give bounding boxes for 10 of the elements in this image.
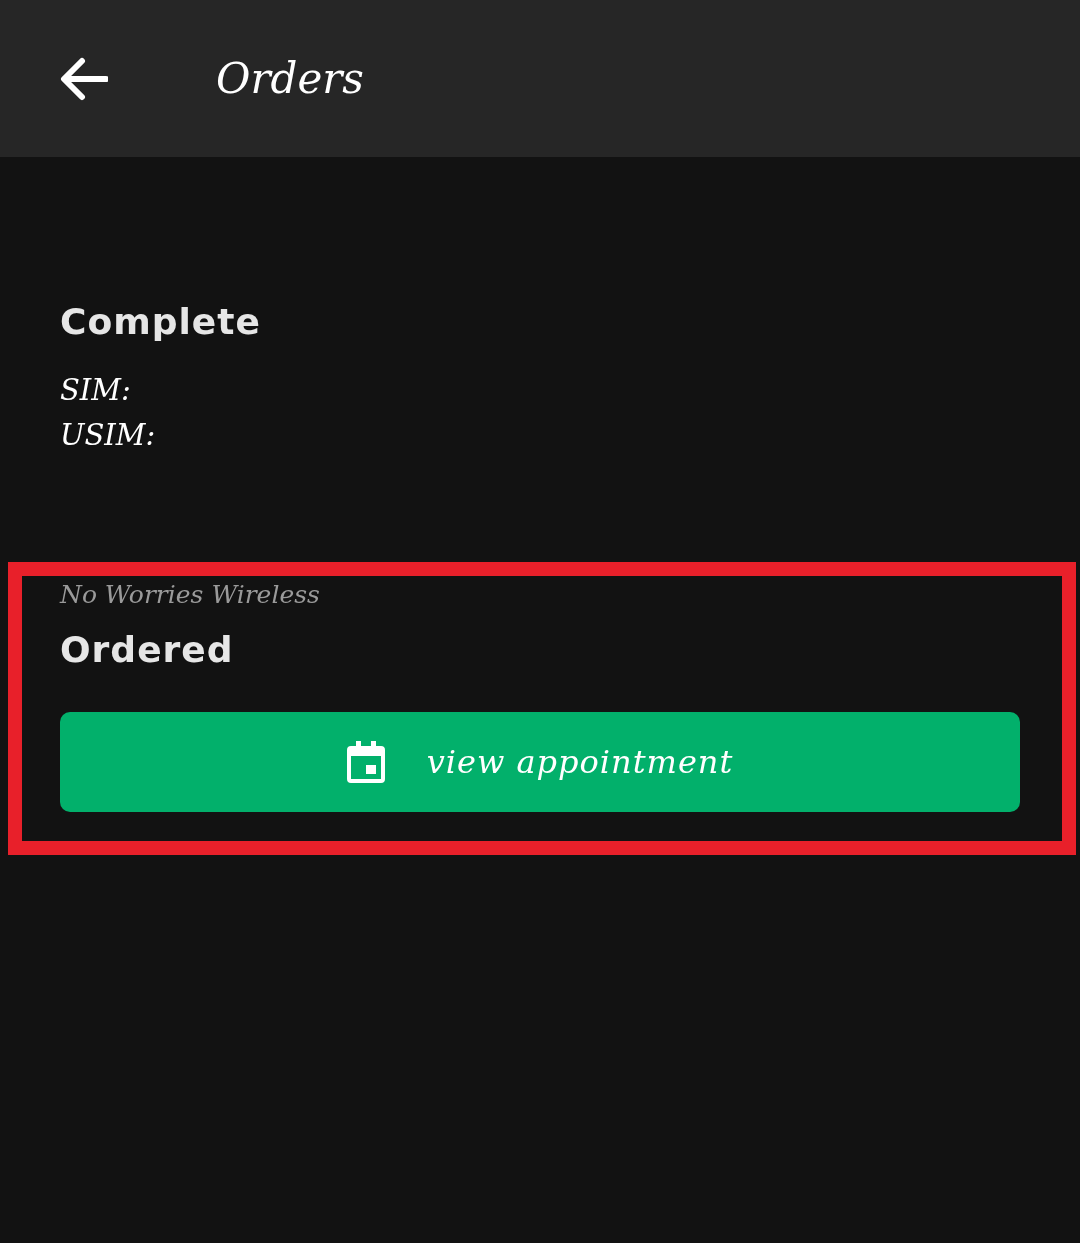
calendar-icon (346, 741, 385, 783)
back-button[interactable] (60, 56, 108, 101)
item-label: SIM: (60, 372, 132, 409)
order-status: Ordered (60, 629, 235, 670)
view-appointment-button[interactable]: view appointment (60, 712, 1020, 812)
back-arrow-icon (60, 56, 108, 101)
provider-name: No Worries Wireless (60, 580, 321, 609)
order-status: Complete (60, 301, 262, 342)
screen-title: Orders (216, 54, 364, 103)
item-label: USIM: (60, 417, 157, 454)
